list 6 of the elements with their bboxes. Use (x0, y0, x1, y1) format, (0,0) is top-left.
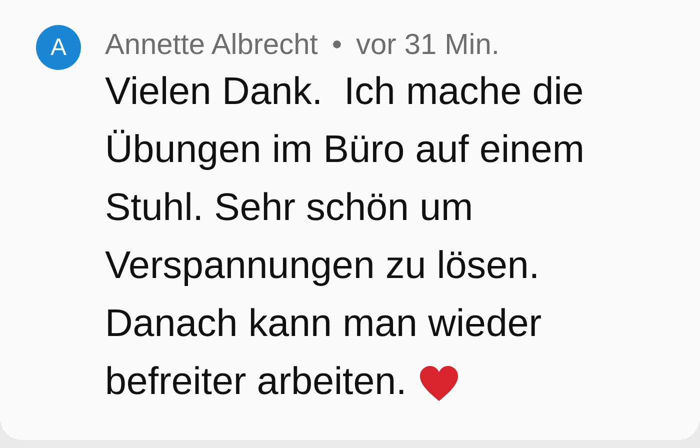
heart-icon (418, 366, 459, 402)
separator-dot: • (332, 28, 342, 62)
comment-text: befreiter arbeiten. (105, 359, 407, 405)
avatar[interactable]: A (36, 25, 81, 70)
author-name[interactable]: Annette Albrecht (105, 28, 318, 62)
comment-time: vor 31 Min. (356, 28, 500, 62)
